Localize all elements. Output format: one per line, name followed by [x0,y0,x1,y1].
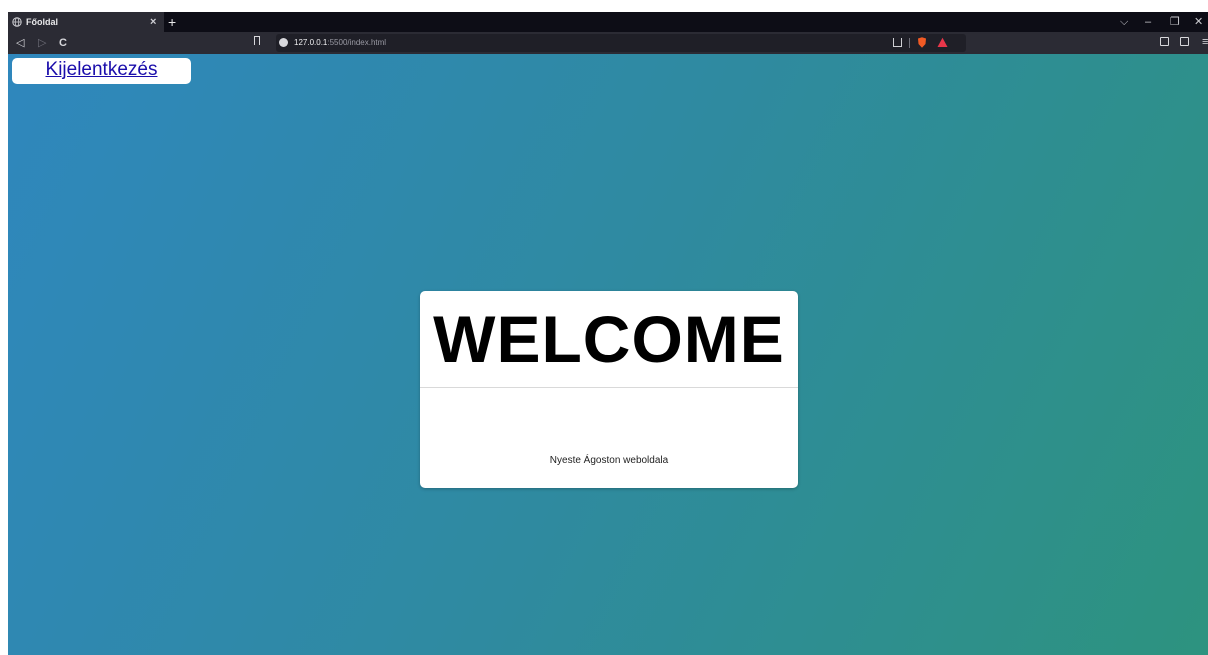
brave-shields-icon[interactable] [917,37,927,48]
menu-icon[interactable]: ≡ [1202,35,1208,49]
restore-button[interactable]: ❐ [1170,14,1180,30]
bookmark-icon[interactable] [254,36,260,45]
browser-window: Főoldal × + ⌵ – ❐ ✕ ◁ ▷ C 127.0.0.1:5500… [8,12,1208,655]
welcome-heading: WELCOME [433,302,785,376]
share-icon[interactable] [893,38,902,47]
logout-link[interactable]: Kijelentkezés [12,58,191,84]
sidebar-icon[interactable] [1160,37,1169,46]
reload-button[interactable]: C [59,35,67,51]
tab-close-icon[interactable]: × [150,15,156,29]
tab-search-dropdown-icon[interactable]: ⌵ [1120,14,1128,30]
minimize-button[interactable]: – [1145,14,1151,30]
card-divider [420,387,798,388]
brave-rewards-icon[interactable] [937,37,948,48]
browser-toolbar: ◁ ▷ C 127.0.0.1:5500/index.html ≡ [8,32,1208,54]
tab-strip: Főoldal × + ⌵ – ❐ ✕ [8,12,1208,32]
tab-fooldal[interactable]: Főoldal × [8,12,164,32]
url-text[interactable]: 127.0.0.1:5500/index.html [294,37,386,49]
address-bar-divider [909,38,910,48]
address-bar[interactable]: 127.0.0.1:5500/index.html [276,34,966,52]
welcome-card: WELCOME Nyeste Ágoston weboldala [420,291,798,488]
back-button[interactable]: ◁ [16,35,24,51]
site-info-icon[interactable] [279,38,288,47]
globe-icon [12,17,22,27]
forward-button[interactable]: ▷ [38,35,46,51]
card-subtitle: Nyeste Ágoston weboldala [549,455,669,466]
tab-title: Főoldal [26,17,58,27]
close-window-button[interactable]: ✕ [1194,14,1203,30]
new-tab-button[interactable]: + [168,13,176,31]
wallet-icon[interactable] [1180,37,1189,46]
page-viewport: Kijelentkezés WELCOME Nyeste Ágoston web… [8,54,1208,655]
